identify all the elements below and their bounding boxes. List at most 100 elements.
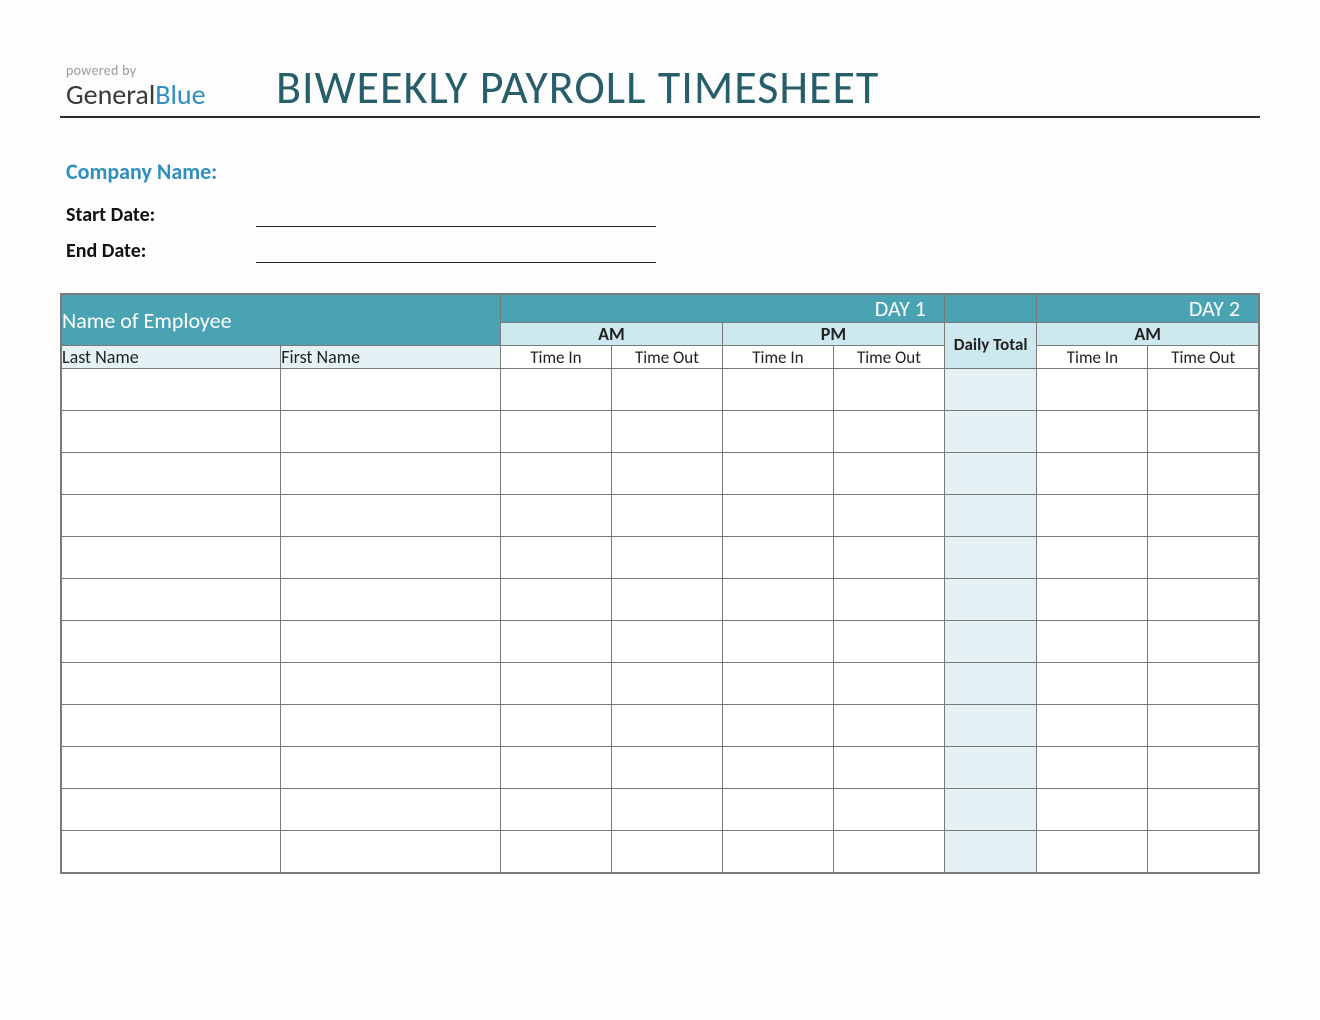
table-cell[interactable] bbox=[61, 495, 281, 537]
table-cell[interactable] bbox=[944, 831, 1037, 873]
table-cell[interactable] bbox=[1037, 621, 1148, 663]
table-cell[interactable] bbox=[281, 411, 501, 453]
table-cell[interactable] bbox=[281, 537, 501, 579]
table-cell[interactable] bbox=[1037, 495, 1148, 537]
table-cell[interactable] bbox=[833, 537, 944, 579]
table-cell[interactable] bbox=[944, 705, 1037, 747]
table-cell[interactable] bbox=[833, 705, 944, 747]
table-cell[interactable] bbox=[944, 537, 1037, 579]
table-cell[interactable] bbox=[61, 369, 281, 411]
table-cell[interactable] bbox=[722, 831, 833, 873]
table-cell[interactable] bbox=[500, 495, 611, 537]
table-cell[interactable] bbox=[611, 579, 722, 621]
table-cell[interactable] bbox=[722, 411, 833, 453]
table-cell[interactable] bbox=[944, 789, 1037, 831]
table-cell[interactable] bbox=[1037, 831, 1148, 873]
table-cell[interactable] bbox=[722, 705, 833, 747]
table-cell[interactable] bbox=[500, 831, 611, 873]
table-cell[interactable] bbox=[61, 411, 281, 453]
table-cell[interactable] bbox=[722, 537, 833, 579]
table-cell[interactable] bbox=[944, 411, 1037, 453]
table-cell[interactable] bbox=[611, 663, 722, 705]
table-cell[interactable] bbox=[1037, 705, 1148, 747]
table-cell[interactable] bbox=[1148, 789, 1259, 831]
table-cell[interactable] bbox=[944, 747, 1037, 789]
table-cell[interactable] bbox=[944, 495, 1037, 537]
table-cell[interactable] bbox=[1148, 663, 1259, 705]
table-cell[interactable] bbox=[500, 621, 611, 663]
table-cell[interactable] bbox=[1148, 411, 1259, 453]
table-cell[interactable] bbox=[722, 789, 833, 831]
table-cell[interactable] bbox=[61, 621, 281, 663]
table-cell[interactable] bbox=[944, 621, 1037, 663]
table-cell[interactable] bbox=[1148, 453, 1259, 495]
table-cell[interactable] bbox=[1148, 747, 1259, 789]
table-cell[interactable] bbox=[1037, 663, 1148, 705]
table-cell[interactable] bbox=[61, 537, 281, 579]
table-cell[interactable] bbox=[500, 369, 611, 411]
table-cell[interactable] bbox=[833, 579, 944, 621]
table-cell[interactable] bbox=[500, 663, 611, 705]
table-cell[interactable] bbox=[944, 579, 1037, 621]
table-cell[interactable] bbox=[281, 369, 501, 411]
table-cell[interactable] bbox=[500, 789, 611, 831]
table-cell[interactable] bbox=[833, 831, 944, 873]
table-cell[interactable] bbox=[611, 411, 722, 453]
table-cell[interactable] bbox=[281, 747, 501, 789]
table-cell[interactable] bbox=[1037, 369, 1148, 411]
table-cell[interactable] bbox=[281, 495, 501, 537]
table-cell[interactable] bbox=[833, 663, 944, 705]
table-cell[interactable] bbox=[1037, 453, 1148, 495]
table-cell[interactable] bbox=[611, 495, 722, 537]
table-cell[interactable] bbox=[1037, 411, 1148, 453]
table-cell[interactable] bbox=[611, 705, 722, 747]
table-cell[interactable] bbox=[281, 789, 501, 831]
table-cell[interactable] bbox=[722, 621, 833, 663]
table-cell[interactable] bbox=[944, 453, 1037, 495]
table-cell[interactable] bbox=[1037, 789, 1148, 831]
table-cell[interactable] bbox=[611, 621, 722, 663]
table-cell[interactable] bbox=[833, 747, 944, 789]
table-cell[interactable] bbox=[281, 663, 501, 705]
table-cell[interactable] bbox=[1037, 537, 1148, 579]
table-cell[interactable] bbox=[611, 369, 722, 411]
table-cell[interactable] bbox=[611, 453, 722, 495]
table-cell[interactable] bbox=[944, 663, 1037, 705]
start-date-input[interactable] bbox=[256, 204, 656, 227]
table-cell[interactable] bbox=[1148, 537, 1259, 579]
end-date-input[interactable] bbox=[256, 240, 656, 263]
table-cell[interactable] bbox=[1148, 495, 1259, 537]
table-cell[interactable] bbox=[61, 747, 281, 789]
table-cell[interactable] bbox=[722, 453, 833, 495]
table-cell[interactable] bbox=[722, 579, 833, 621]
table-cell[interactable] bbox=[61, 831, 281, 873]
table-cell[interactable] bbox=[833, 621, 944, 663]
table-cell[interactable] bbox=[1148, 579, 1259, 621]
table-cell[interactable] bbox=[61, 663, 281, 705]
table-cell[interactable] bbox=[281, 453, 501, 495]
table-cell[interactable] bbox=[500, 747, 611, 789]
table-cell[interactable] bbox=[1148, 705, 1259, 747]
table-cell[interactable] bbox=[61, 579, 281, 621]
table-cell[interactable] bbox=[722, 663, 833, 705]
table-cell[interactable] bbox=[500, 411, 611, 453]
table-cell[interactable] bbox=[281, 621, 501, 663]
table-cell[interactable] bbox=[833, 495, 944, 537]
table-cell[interactable] bbox=[833, 411, 944, 453]
table-cell[interactable] bbox=[722, 495, 833, 537]
table-cell[interactable] bbox=[500, 705, 611, 747]
table-cell[interactable] bbox=[833, 453, 944, 495]
table-cell[interactable] bbox=[1148, 369, 1259, 411]
table-cell[interactable] bbox=[611, 831, 722, 873]
table-cell[interactable] bbox=[61, 453, 281, 495]
table-cell[interactable] bbox=[61, 705, 281, 747]
table-cell[interactable] bbox=[722, 747, 833, 789]
table-cell[interactable] bbox=[1037, 579, 1148, 621]
table-cell[interactable] bbox=[500, 453, 611, 495]
table-cell[interactable] bbox=[281, 831, 501, 873]
table-cell[interactable] bbox=[61, 789, 281, 831]
table-cell[interactable] bbox=[500, 579, 611, 621]
table-cell[interactable] bbox=[500, 537, 611, 579]
table-cell[interactable] bbox=[611, 537, 722, 579]
table-cell[interactable] bbox=[722, 369, 833, 411]
